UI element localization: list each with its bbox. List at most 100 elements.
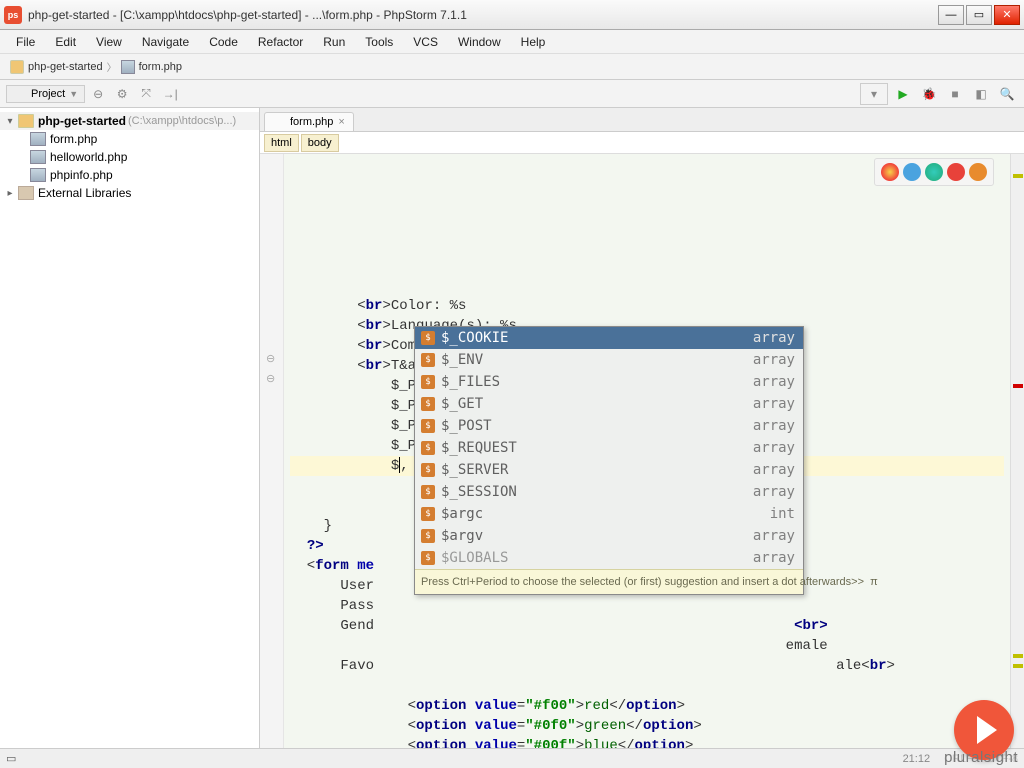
- maximize-button[interactable]: ▭: [966, 5, 992, 25]
- autocomplete-item[interactable]: $$_SERVERarray: [415, 459, 803, 481]
- minimize-button[interactable]: —: [938, 5, 964, 25]
- autocomplete-item[interactable]: $$_FILESarray: [415, 371, 803, 393]
- php-file-icon: [30, 132, 46, 146]
- autocomplete-name: $_REQUEST: [441, 438, 753, 458]
- menu-help[interactable]: Help: [513, 33, 554, 51]
- autocomplete-name: $_COOKIE: [441, 328, 753, 348]
- chevron-down-icon: ▼: [69, 89, 78, 99]
- autocomplete-item[interactable]: $$GLOBALSarray: [415, 547, 803, 569]
- autocomplete-item[interactable]: $$_POSTarray: [415, 415, 803, 437]
- status-icon: ▭: [6, 753, 16, 765]
- menu-navigate[interactable]: Navigate: [134, 33, 197, 51]
- error-stripe[interactable]: [1010, 154, 1024, 748]
- menu-run[interactable]: Run: [315, 33, 353, 51]
- code-line[interactable]: Favo ale<br>: [290, 656, 1004, 676]
- collapse-icon[interactable]: ⊖: [87, 83, 109, 105]
- code-line[interactable]: <option value="#00f">blue</option>: [290, 736, 1004, 748]
- code-line[interactable]: Pass: [290, 596, 1004, 616]
- code-line[interactable]: <option value="#0f0">green</option>: [290, 716, 1004, 736]
- debug-icon[interactable]: 🐞: [918, 83, 940, 105]
- warning-marker[interactable]: [1013, 174, 1023, 178]
- autocomplete-name: $argv: [441, 526, 753, 546]
- autocomplete-item[interactable]: $$argcint: [415, 503, 803, 525]
- tree-item[interactable]: helloworld.php: [0, 148, 259, 166]
- settings-icon[interactable]: ⚙: [111, 83, 133, 105]
- autocomplete-type: array: [753, 394, 795, 414]
- menu-code[interactable]: Code: [201, 33, 246, 51]
- variable-icon: $: [421, 397, 435, 411]
- coverage-icon[interactable]: ◧: [970, 83, 992, 105]
- variable-icon: $: [421, 507, 435, 521]
- run-dropdown[interactable]: ▾: [860, 83, 888, 105]
- autocomplete-type: array: [753, 372, 795, 392]
- autocomplete-name: $_GET: [441, 394, 753, 414]
- autocomplete-type: array: [753, 328, 795, 348]
- code-line[interactable]: emale: [290, 636, 1004, 656]
- breadcrumb-file[interactable]: form.php: [117, 60, 186, 74]
- variable-icon: $: [421, 551, 435, 565]
- tree-root[interactable]: ▾ php-get-started (C:\xampp\htdocs\p...): [0, 112, 259, 130]
- code-line[interactable]: Gend <br>: [290, 616, 1004, 636]
- tree-toggle-icon[interactable]: ▾: [4, 116, 16, 127]
- autocomplete-item[interactable]: $$_REQUESTarray: [415, 437, 803, 459]
- menu-tools[interactable]: Tools: [357, 33, 401, 51]
- warning-marker[interactable]: [1013, 664, 1023, 668]
- firefox-icon[interactable]: [969, 163, 987, 181]
- close-button[interactable]: ✕: [994, 5, 1020, 25]
- fold-icon[interactable]: ⊖: [266, 374, 276, 384]
- menu-file[interactable]: File: [8, 33, 43, 51]
- safari-icon[interactable]: [903, 163, 921, 181]
- gutter: ⊖ ⊖: [260, 154, 284, 748]
- fold-icon[interactable]: ⊖: [266, 354, 276, 364]
- menu-vcs[interactable]: VCS: [405, 33, 446, 51]
- code-line[interactable]: <option value="#f00">red</option>: [290, 696, 1004, 716]
- menu-bar: File Edit View Navigate Code Refactor Ru…: [0, 30, 1024, 54]
- menu-refactor[interactable]: Refactor: [250, 33, 311, 51]
- autoscroll-icon[interactable]: ⤧: [135, 83, 157, 105]
- menu-view[interactable]: View: [88, 33, 130, 51]
- autocomplete-name: $_POST: [441, 416, 753, 436]
- chrome-icon[interactable]: [881, 163, 899, 181]
- breadcrumb-segment[interactable]: html: [264, 134, 299, 152]
- tab-label: form.php: [290, 116, 333, 128]
- tree-toggle-icon[interactable]: ▸: [4, 188, 16, 199]
- editor-tab[interactable]: form.php ×: [264, 112, 354, 131]
- autocomplete-name: $_SESSION: [441, 482, 753, 502]
- ie-icon[interactable]: [925, 163, 943, 181]
- breadcrumb-segment[interactable]: body: [301, 134, 339, 152]
- search-icon[interactable]: 🔍: [996, 83, 1018, 105]
- warning-marker[interactable]: [1013, 654, 1023, 658]
- autocomplete-item[interactable]: $$_ENVarray: [415, 349, 803, 371]
- code-line[interactable]: [290, 676, 1004, 696]
- stop-icon[interactable]: ■: [944, 83, 966, 105]
- autocomplete-item[interactable]: $ $_GETarray: [415, 393, 803, 415]
- folder-icon: [13, 88, 27, 100]
- opera-icon[interactable]: [947, 163, 965, 181]
- close-icon[interactable]: ×: [338, 116, 344, 128]
- autocomplete-popup[interactable]: $$_COOKIEarray$$_ENVarray$$_FILESarray$$…: [414, 326, 804, 595]
- tree-external-libs[interactable]: ▸ External Libraries: [0, 184, 259, 202]
- autocomplete-item[interactable]: $$argvarray: [415, 525, 803, 547]
- navigation-bar: php-get-started 〉 form.php: [0, 54, 1024, 80]
- autocomplete-type: array: [753, 416, 795, 436]
- tree-item[interactable]: form.php: [0, 130, 259, 148]
- folder-icon: [10, 60, 24, 74]
- autocomplete-type: array: [753, 460, 795, 480]
- hide-icon[interactable]: →|: [159, 83, 181, 105]
- autocomplete-item[interactable]: $$_SESSIONarray: [415, 481, 803, 503]
- menu-edit[interactable]: Edit: [47, 33, 84, 51]
- error-marker[interactable]: [1013, 384, 1023, 388]
- autocomplete-item[interactable]: $$_COOKIEarray: [415, 327, 803, 349]
- run-icon[interactable]: ▶: [892, 83, 914, 105]
- menu-window[interactable]: Window: [450, 33, 509, 51]
- autocomplete-name: $argc: [441, 504, 770, 524]
- project-panel: ▾ php-get-started (C:\xampp\htdocs\p...)…: [0, 108, 260, 748]
- variable-icon: $: [421, 441, 435, 455]
- code-editor[interactable]: ⊖ ⊖ <br>Color: %s <br>Language(s): %s, <…: [260, 154, 1024, 748]
- code-content[interactable]: <br>Color: %s <br>Language(s): %s, <br>C…: [284, 154, 1010, 748]
- autocomplete-hint: Press Ctrl+Period to choose the selected…: [415, 569, 803, 594]
- code-line[interactable]: <br>Color: %s: [290, 296, 1004, 316]
- tree-item[interactable]: phpinfo.php: [0, 166, 259, 184]
- breadcrumb-project[interactable]: php-get-started: [6, 60, 107, 74]
- project-tool-button[interactable]: Project ▼: [6, 85, 85, 103]
